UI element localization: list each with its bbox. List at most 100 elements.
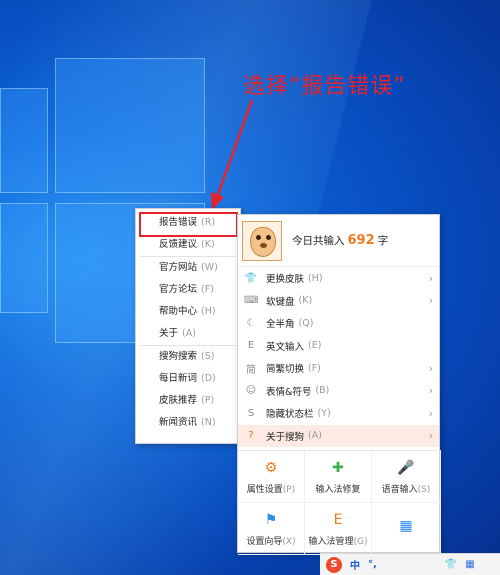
- submenu-item-label: 反馈建议: [159, 239, 198, 250]
- tool-button[interactable]: ▦: [372, 503, 441, 555]
- submenu-item[interactable]: 官方论坛 (F): [136, 279, 240, 301]
- gear-icon: ⚙: [264, 459, 278, 476]
- chevron-right-icon: ›: [428, 271, 433, 285]
- tool-label-text: 设置向导: [246, 536, 283, 547]
- manager-icon: E: [333, 511, 343, 528]
- submenu-item[interactable]: 搜狗搜索 (S): [136, 346, 240, 368]
- tool-grid: ⚙ 属性设置(P) ✚ 输入法修复 🎤 语音输入(S) ⚑ 设置向导(X) E 输入法管理(G) ▦: [238, 450, 441, 555]
- menu-item-label: 隐藏状态栏: [266, 409, 314, 421]
- tool-shortcut: (X): [282, 536, 296, 547]
- menu-item-label: 表情&符号: [266, 386, 312, 398]
- apps-grid-icon: ▦: [399, 518, 413, 534]
- submenu-item-label: 新闻资讯: [159, 417, 198, 428]
- chevron-right-icon: ›: [428, 384, 433, 398]
- submenu-item[interactable]: 帮助中心 (H): [136, 301, 240, 323]
- annotation-text: 选择“报告错误”: [243, 74, 406, 99]
- submenu-item-shortcut: (A): [182, 328, 196, 339]
- keyboard-icon: ⌨: [244, 295, 259, 307]
- submenu-item[interactable]: 每日新词 (D): [136, 368, 240, 390]
- sogou-main-menu: 今日共输入 692 字 👕 更换皮肤 (H) › ⌨ 软键盘 (K) › ☾ 全半角 (Q) E 英文输入(…: [237, 214, 441, 555]
- submenu-item[interactable]: 反馈建议 (K): [136, 234, 240, 256]
- menu-item-shortcut: (H): [308, 272, 323, 284]
- menu-item-shortcut: (A): [308, 430, 322, 442]
- menu-item-shortcut: (B): [315, 385, 330, 397]
- tool-label-text: 语音输入: [381, 484, 418, 495]
- submenu-item-shortcut: (D): [201, 373, 216, 384]
- tool-label-text: 属性设置: [246, 484, 283, 495]
- tool-label: 输入法管理(G): [308, 534, 367, 547]
- microphone-icon: 🎤: [397, 459, 415, 476]
- submenu-item-shortcut: (P): [201, 395, 215, 406]
- menu-item[interactable]: 简简繁切换 (F) ›: [238, 357, 439, 380]
- submenu-item[interactable]: 报告错误 (R): [136, 212, 240, 234]
- tool-label: 语音输入(S): [382, 482, 431, 495]
- chevron-right-icon: ›: [428, 361, 433, 375]
- moon-icon: ☾: [246, 317, 256, 329]
- avatar[interactable]: [242, 220, 282, 261]
- menu-item-shortcut: (E): [308, 340, 322, 352]
- hide-statusbar-icon: S: [247, 407, 255, 419]
- submenu-item-shortcut: (K): [201, 239, 215, 250]
- tool-shortcut: (S): [417, 484, 431, 495]
- tool-button[interactable]: 🎤 语音输入(S): [372, 451, 441, 503]
- submenu-item-label: 官方论坛: [159, 284, 198, 295]
- menu-item-shortcut: (K): [298, 295, 313, 307]
- menu-item[interactable]: ? 关于搜狗 (A) ›: [238, 424, 439, 447]
- tool-button[interactable]: E 输入法管理(G): [305, 503, 372, 555]
- simplified-traditional-icon: 简: [246, 364, 256, 376]
- tool-label: 输入法修复: [315, 482, 360, 495]
- sogou-logo-icon[interactable]: S: [326, 556, 342, 573]
- menu-header: 今日共输入 692 字: [238, 215, 439, 267]
- menu-item[interactable]: ⌨ 软键盘 (K) ›: [238, 290, 439, 313]
- submenu-item-label: 皮肤推荐: [159, 395, 198, 406]
- submenu-item-label: 每日新词: [159, 373, 198, 384]
- tool-label-text: 输入法管理: [308, 536, 354, 547]
- tool-button[interactable]: ✚ 输入法修复: [305, 451, 372, 503]
- submenu-item[interactable]: 关于 (A): [136, 323, 240, 345]
- tool-label-text: 输入法修复: [315, 484, 361, 495]
- submenu-item-label: 关于: [159, 328, 179, 339]
- submenu-item-label: 搜狗搜索: [159, 351, 198, 362]
- menu-item[interactable]: E 英文输入 (E): [238, 335, 439, 358]
- submenu-item-shortcut: (W): [201, 262, 218, 273]
- submenu-item[interactable]: 皮肤推荐 (P): [136, 390, 240, 412]
- menu-item[interactable]: S 隐藏状态栏 (Y) ›: [238, 402, 439, 425]
- tool-button[interactable]: ⚙ 属性设置(P): [238, 451, 305, 503]
- menu-items: 👕 更换皮肤 (H) › ⌨ 软键盘 (K) › ☾ 全半角 (Q) E 英文输入 (E) 简简繁切换 (F)…: [238, 267, 439, 447]
- punctuation-toggle[interactable]: °,: [368, 559, 377, 570]
- menu-item-label: 更换皮肤: [266, 274, 305, 286]
- menu-item[interactable]: ☾ 全半角 (Q): [238, 312, 439, 335]
- menu-item-shortcut: (Y): [317, 407, 331, 419]
- submenu-item[interactable]: 官方网站 (W): [136, 257, 240, 279]
- menu-item-label: 关于搜狗: [266, 431, 305, 443]
- submenu-item-shortcut: (H): [201, 306, 216, 317]
- today-input-label: 今日共输入: [292, 235, 345, 247]
- submenu-item-shortcut: (S): [201, 351, 215, 362]
- flag-icon: ⚑: [264, 511, 278, 528]
- menu-item[interactable]: ☺ 表情&符号 (B) ›: [238, 380, 439, 403]
- menu-item[interactable]: 👕 更换皮肤 (H) ›: [238, 267, 439, 290]
- shirt-icon: 👕: [244, 272, 258, 284]
- submenu-item-shortcut: (R): [201, 217, 216, 228]
- english-icon: E: [247, 340, 255, 352]
- today-input-count: 今日共输入 692 字: [292, 233, 388, 248]
- submenu-item-label: 帮助中心: [159, 306, 198, 317]
- ime-mode-toggle[interactable]: 中: [350, 557, 360, 572]
- menu-item-label: 英文输入: [266, 341, 305, 353]
- grid-icon[interactable]: ▦: [465, 559, 474, 570]
- chevron-right-icon: ›: [428, 294, 433, 308]
- repair-icon: ✚: [332, 459, 344, 476]
- submenu-item[interactable]: 新闻资讯 (N): [136, 412, 240, 434]
- shirt-icon[interactable]: 👕: [445, 559, 457, 570]
- ime-status-bar: S 中 °, 👕 ▦: [320, 553, 500, 575]
- chevron-right-icon: ›: [428, 406, 433, 420]
- menu-item-label: 简繁切换: [266, 364, 305, 376]
- today-input-unit: 字: [377, 235, 389, 247]
- menu-item-shortcut: (Q): [298, 317, 314, 329]
- tool-button[interactable]: ⚑ 设置向导(X): [238, 503, 305, 555]
- tool-label: 属性设置(P): [247, 482, 295, 495]
- menu-item-label: 全半角: [266, 319, 295, 331]
- emoji-icon: ☺: [245, 385, 257, 397]
- help-circle-icon: ?: [248, 430, 254, 442]
- menu-item-shortcut: (F): [308, 362, 321, 374]
